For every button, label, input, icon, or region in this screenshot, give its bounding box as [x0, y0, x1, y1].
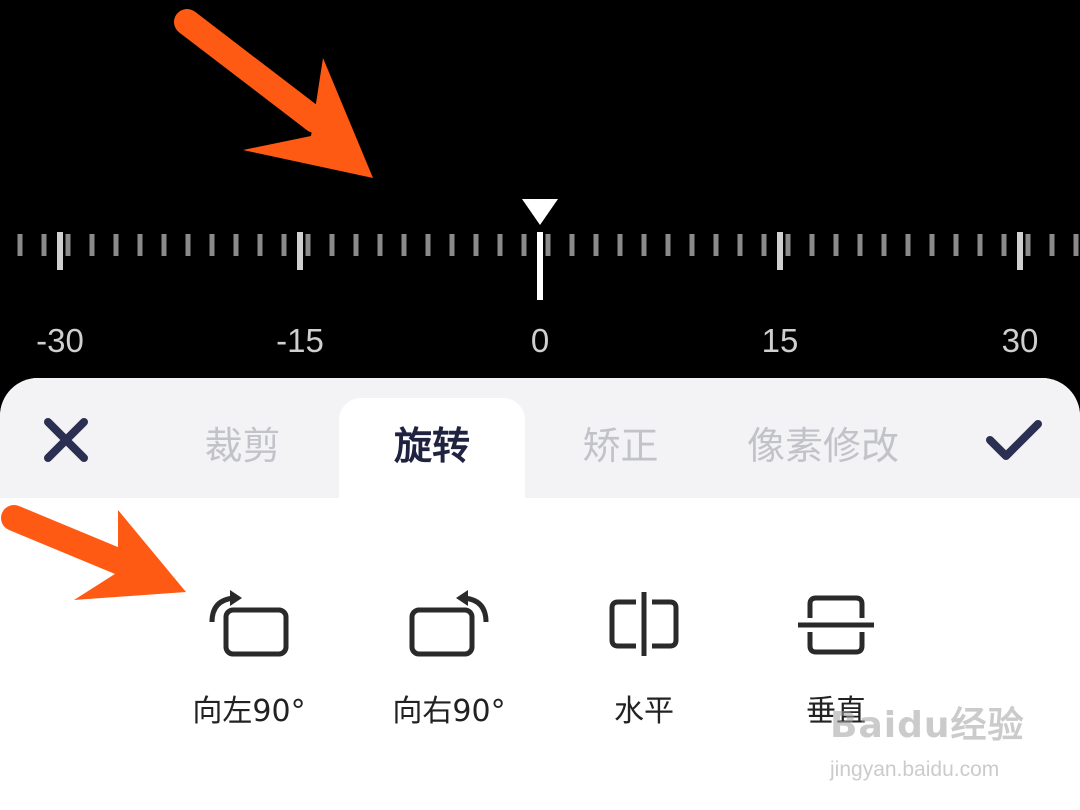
ruler-minor-tick — [41, 234, 47, 256]
ruler-minor-tick — [953, 234, 959, 256]
ruler-minor-tick — [329, 234, 335, 256]
ruler-current-indicator — [537, 232, 543, 300]
ruler-minor-tick — [137, 234, 143, 256]
ruler-pointer-icon — [522, 199, 558, 225]
rotate-right-button[interactable]: 向右90° — [374, 588, 524, 730]
rotate-left-label: 向左90° — [192, 694, 306, 729]
ruler-minor-tick — [233, 234, 239, 256]
ruler-minor-tick — [905, 234, 911, 256]
ruler-minor-tick — [785, 234, 791, 256]
ruler-minor-tick — [353, 234, 359, 256]
rotate-left-icon — [209, 590, 289, 657]
ruler-minor-tick — [689, 234, 695, 256]
checkmark-icon[interactable] — [984, 414, 1044, 466]
ruler-minor-tick — [881, 234, 887, 256]
tab-straighten[interactable]: 矫正 — [548, 398, 693, 498]
ruler-minor-tick — [857, 234, 863, 256]
ruler-label: 0 — [530, 322, 550, 359]
annotation-arrow-icon — [174, 9, 373, 178]
ruler-minor-tick — [401, 234, 407, 256]
ruler-minor-tick — [977, 234, 983, 256]
ruler-minor-tick — [449, 234, 455, 256]
ruler-label: 15 — [761, 322, 799, 359]
rotate-right-label: 向右90° — [392, 694, 506, 729]
ruler-label: 30 — [1001, 322, 1039, 359]
ruler-minor-tick — [713, 234, 719, 256]
tab-bar: 裁剪 旋转 矫正 像素修改 — [0, 378, 1080, 498]
tab-crop[interactable]: 裁剪 — [170, 398, 315, 498]
ruler-minor-tick — [161, 234, 167, 256]
ruler-minor-tick — [473, 234, 479, 256]
ruler-minor-tick — [209, 234, 215, 256]
ruler-major-tick — [57, 232, 63, 270]
ruler-minor-tick — [17, 234, 23, 256]
rotate-right-icon — [409, 590, 489, 657]
ruler-minor-tick — [305, 234, 311, 256]
ruler-major-tick — [297, 232, 303, 270]
flip-vertical-icon — [798, 595, 874, 655]
flip-horizontal-icon — [609, 592, 679, 656]
ruler-minor-tick — [1025, 234, 1031, 256]
ruler-minor-tick — [281, 234, 287, 256]
ruler-major-tick — [777, 232, 783, 270]
ruler-minor-tick — [89, 234, 95, 256]
ruler-minor-tick — [1001, 234, 1007, 256]
ruler-minor-tick — [569, 234, 575, 256]
close-icon[interactable] — [40, 414, 92, 466]
ruler-minor-tick — [65, 234, 71, 256]
watermark: Baidu经验 jingyan.baidu.com — [826, 688, 1046, 798]
ruler-minor-tick — [761, 234, 767, 256]
rotate-left-button[interactable]: 向左90° — [174, 588, 324, 730]
tab-pixel-edit[interactable]: 像素修改 — [718, 398, 928, 498]
watermark-url: jingyan.baidu.com — [830, 758, 1000, 781]
ruler-minor-tick — [593, 234, 599, 256]
ruler-minor-tick — [113, 234, 119, 256]
ruler-minor-tick — [617, 234, 623, 256]
ruler-minor-tick — [185, 234, 191, 256]
ruler-minor-tick — [425, 234, 431, 256]
annotation-arrow-icon — [1, 505, 186, 600]
ruler-minor-tick — [665, 234, 671, 256]
ruler-minor-tick — [1049, 234, 1055, 256]
ruler-minor-tick — [521, 234, 527, 256]
ruler-minor-tick — [545, 234, 551, 256]
ruler-minor-tick — [833, 234, 839, 256]
ruler-label: -15 — [276, 322, 324, 359]
tab-rotate[interactable]: 旋转 — [339, 398, 525, 498]
ruler-minor-tick — [257, 234, 263, 256]
ruler-minor-tick — [497, 234, 503, 256]
watermark-brand: Baidu经验 — [830, 705, 1025, 746]
ruler-major-tick — [1017, 232, 1023, 270]
flip-horizontal-label: 水平 — [614, 694, 674, 729]
ruler-label: -30 — [36, 322, 84, 359]
ruler-minor-tick — [1073, 234, 1079, 256]
ruler-minor-tick — [641, 234, 647, 256]
ruler-minor-tick — [929, 234, 935, 256]
ruler-minor-tick — [737, 234, 743, 256]
ruler-minor-tick — [377, 234, 383, 256]
flip-horizontal-button[interactable]: 水平 — [569, 588, 719, 730]
ruler-minor-tick — [809, 234, 815, 256]
